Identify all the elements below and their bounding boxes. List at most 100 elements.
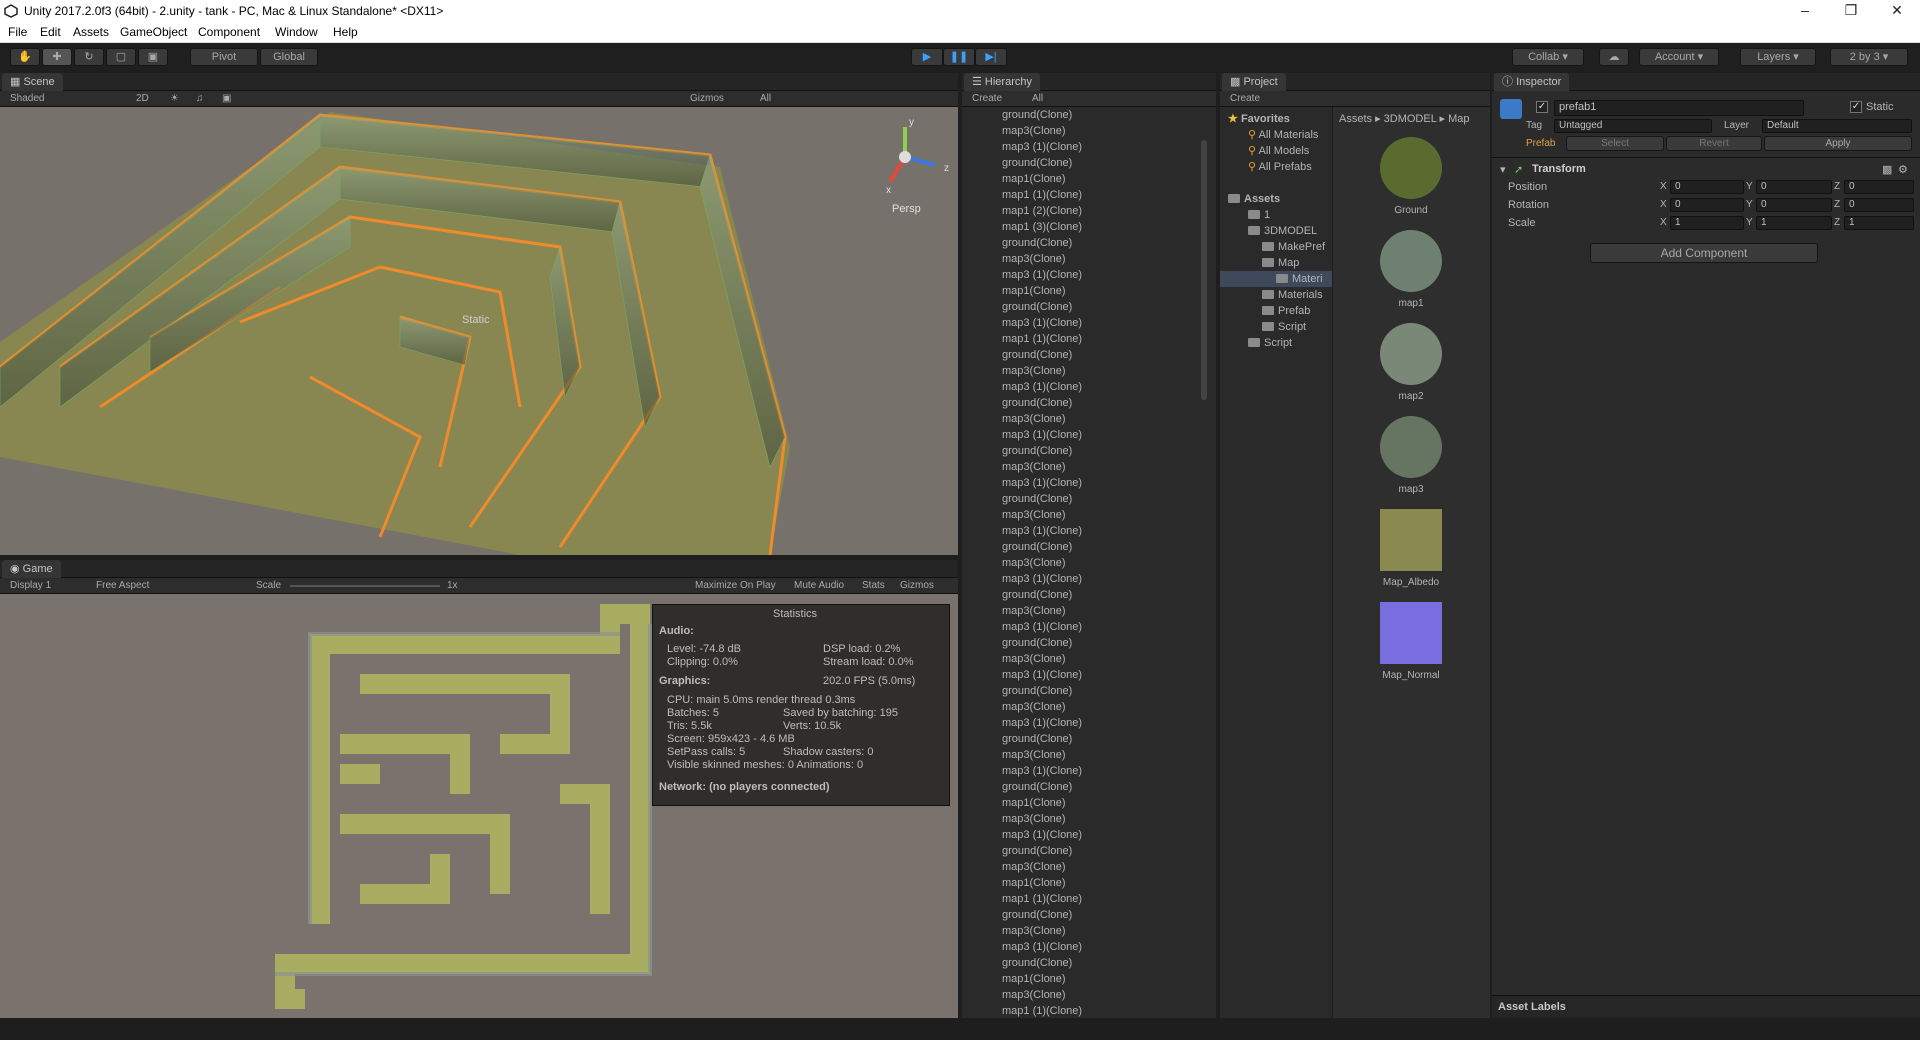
cloud-icon[interactable]: ☁: [1599, 48, 1629, 66]
fav-all-models[interactable]: ⚲ All Models: [1248, 143, 1309, 159]
layer-dropdown[interactable]: Default: [1762, 119, 1912, 133]
stats-toggle[interactable]: Stats: [862, 580, 885, 591]
hierarchy-item[interactable]: map1 (1)(Clone): [962, 891, 1152, 907]
tab-scene[interactable]: ▦ Scene: [2, 73, 63, 91]
hierarchy-item[interactable]: ground(Clone): [962, 491, 1152, 507]
hierarchy-item[interactable]: map1 (1)(Clone): [962, 331, 1152, 347]
hierarchy-item[interactable]: map3(Clone): [962, 603, 1152, 619]
mute-audio-toggle[interactable]: Mute Audio: [794, 580, 844, 591]
hierarchy-item[interactable]: ground(Clone): [962, 299, 1152, 315]
tab-inspector[interactable]: ⓘ Inspector: [1494, 73, 1570, 91]
hierarchy-item[interactable]: map1(Clone): [962, 795, 1152, 811]
restore-icon[interactable]: ❐: [1828, 0, 1874, 22]
hierarchy-item[interactable]: map1(Clone): [962, 875, 1152, 891]
scene-viewport[interactable]: Static y z x Persp: [0, 107, 958, 555]
hierarchy-item[interactable]: ground(Clone): [962, 907, 1152, 923]
add-component-button[interactable]: Add Component: [1590, 243, 1818, 263]
step-button[interactable]: ▶|: [975, 48, 1007, 66]
hierarchy-item[interactable]: map3 (1)(Clone): [962, 379, 1152, 395]
hierarchy-item[interactable]: map3(Clone): [962, 507, 1152, 523]
menu-gameobject[interactable]: GameObject: [120, 25, 187, 39]
fav-all-prefabs[interactable]: ⚲ All Prefabs: [1248, 159, 1312, 175]
position-z-field[interactable]: 0: [1844, 180, 1914, 194]
breadcrumb-assets[interactable]: Assets: [1339, 113, 1372, 125]
pivot-button[interactable]: Pivot: [190, 48, 258, 66]
shading-dropdown[interactable]: Shaded: [10, 93, 44, 104]
menu-file[interactable]: File: [8, 25, 27, 39]
hierarchy-item[interactable]: map3 (1)(Clone): [962, 315, 1152, 331]
rect-tool-icon[interactable]: ▣: [138, 48, 168, 66]
tree-folder-script[interactable]: Script: [1248, 335, 1292, 351]
global-button[interactable]: Global: [260, 48, 318, 66]
hierarchy-item[interactable]: map3(Clone): [962, 987, 1152, 1003]
scale-z-field[interactable]: 1: [1844, 216, 1914, 230]
orientation-gizmo[interactable]: y z x: [886, 117, 949, 196]
account-dropdown[interactable]: Account ▾: [1639, 48, 1719, 66]
tab-game[interactable]: ◉ Game: [2, 560, 61, 578]
active-checkbox[interactable]: ✓: [1536, 101, 1548, 113]
scale-tool-icon[interactable]: ▢: [106, 48, 136, 66]
hierarchy-item[interactable]: map3(Clone): [962, 811, 1152, 827]
hierarchy-item[interactable]: map3 (1)(Clone): [962, 763, 1152, 779]
prefab-revert-button[interactable]: Revert: [1666, 136, 1762, 151]
asset-map1[interactable]: map1: [1371, 230, 1451, 309]
hierarchy-item[interactable]: map3(Clone): [962, 411, 1152, 427]
scale-slider[interactable]: [290, 585, 440, 587]
menu-window[interactable]: Window: [275, 25, 318, 39]
hierarchy-item[interactable]: ground(Clone): [962, 635, 1152, 651]
hierarchy-item[interactable]: ground(Clone): [962, 107, 1152, 123]
hierarchy-item[interactable]: map3 (1)(Clone): [962, 267, 1152, 283]
layers-dropdown[interactable]: Layers ▾: [1740, 48, 1816, 66]
lighting-icon[interactable]: ☀: [170, 93, 179, 104]
hierarchy-item[interactable]: ground(Clone): [962, 731, 1152, 747]
hierarchy-item[interactable]: map3(Clone): [962, 651, 1152, 667]
hierarchy-item[interactable]: map3(Clone): [962, 363, 1152, 379]
position-y-field[interactable]: 0: [1756, 180, 1832, 194]
mode-2d-button[interactable]: 2D: [136, 93, 149, 104]
tree-folder-materi[interactable]: Materi: [1220, 271, 1332, 287]
hierarchy-item[interactable]: ground(Clone): [962, 843, 1152, 859]
menu-component[interactable]: Component: [198, 25, 260, 39]
hierarchy-item[interactable]: map3(Clone): [962, 555, 1152, 571]
prefab-apply-button[interactable]: Apply: [1764, 136, 1912, 151]
play-button[interactable]: ▶: [911, 48, 943, 66]
hierarchy-item[interactable]: map1 (1)(Clone): [962, 187, 1152, 203]
asset-map2[interactable]: map2: [1371, 323, 1451, 402]
hierarchy-item[interactable]: map3 (1)(Clone): [962, 827, 1152, 843]
tab-project[interactable]: ▩ Project: [1222, 73, 1286, 91]
rotate-tool-icon[interactable]: ↻: [74, 48, 104, 66]
position-x-field[interactable]: 0: [1670, 180, 1744, 194]
hierarchy-item[interactable]: map3(Clone): [962, 747, 1152, 763]
tab-hierarchy[interactable]: ☰ Hierarchy: [964, 73, 1040, 91]
tree-folder-materials[interactable]: Materials: [1262, 287, 1323, 303]
hierarchy-item[interactable]: ground(Clone): [962, 683, 1152, 699]
hierarchy-item[interactable]: map3(Clone): [962, 251, 1152, 267]
effects-icon[interactable]: ▣: [222, 93, 231, 104]
hierarchy-item[interactable]: ground(Clone): [962, 955, 1152, 971]
hierarchy-item[interactable]: ground(Clone): [962, 779, 1152, 795]
display-dropdown[interactable]: Display 1: [10, 580, 51, 591]
prefab-select-button[interactable]: Select: [1566, 136, 1664, 151]
audio-toggle-icon[interactable]: ♫: [196, 93, 204, 104]
static-checkbox[interactable]: ✓: [1850, 101, 1862, 113]
hierarchy-item[interactable]: map3(Clone): [962, 859, 1152, 875]
component-settings-icon[interactable]: ⚙: [1898, 163, 1908, 176]
tree-folder-1[interactable]: 1: [1248, 207, 1270, 223]
help-icon[interactable]: ▩: [1882, 163, 1892, 176]
breadcrumb-map[interactable]: Map: [1448, 113, 1469, 125]
rotation-y-field[interactable]: 0: [1756, 198, 1832, 212]
hierarchy-item[interactable]: map1(Clone): [962, 283, 1152, 299]
pause-button[interactable]: ❚❚: [943, 48, 975, 66]
hierarchy-item[interactable]: map3(Clone): [962, 459, 1152, 475]
hierarchy-scrollbar[interactable]: [1201, 140, 1207, 400]
hand-tool-icon[interactable]: ✋: [10, 48, 40, 66]
gizmos-dropdown[interactable]: Gizmos: [690, 93, 724, 104]
asset-map-albedo[interactable]: Map_Albedo: [1371, 509, 1451, 588]
menu-edit[interactable]: Edit: [40, 25, 61, 39]
tree-folder-3dmodel[interactable]: 3DMODEL: [1248, 223, 1317, 239]
fav-all-materials[interactable]: ⚲ All Materials: [1248, 127, 1318, 143]
asset-map3[interactable]: map3: [1371, 416, 1451, 495]
hierarchy-item[interactable]: ground(Clone): [962, 539, 1152, 555]
move-tool-icon[interactable]: ✚: [42, 48, 72, 66]
hierarchy-item[interactable]: ground(Clone): [962, 587, 1152, 603]
